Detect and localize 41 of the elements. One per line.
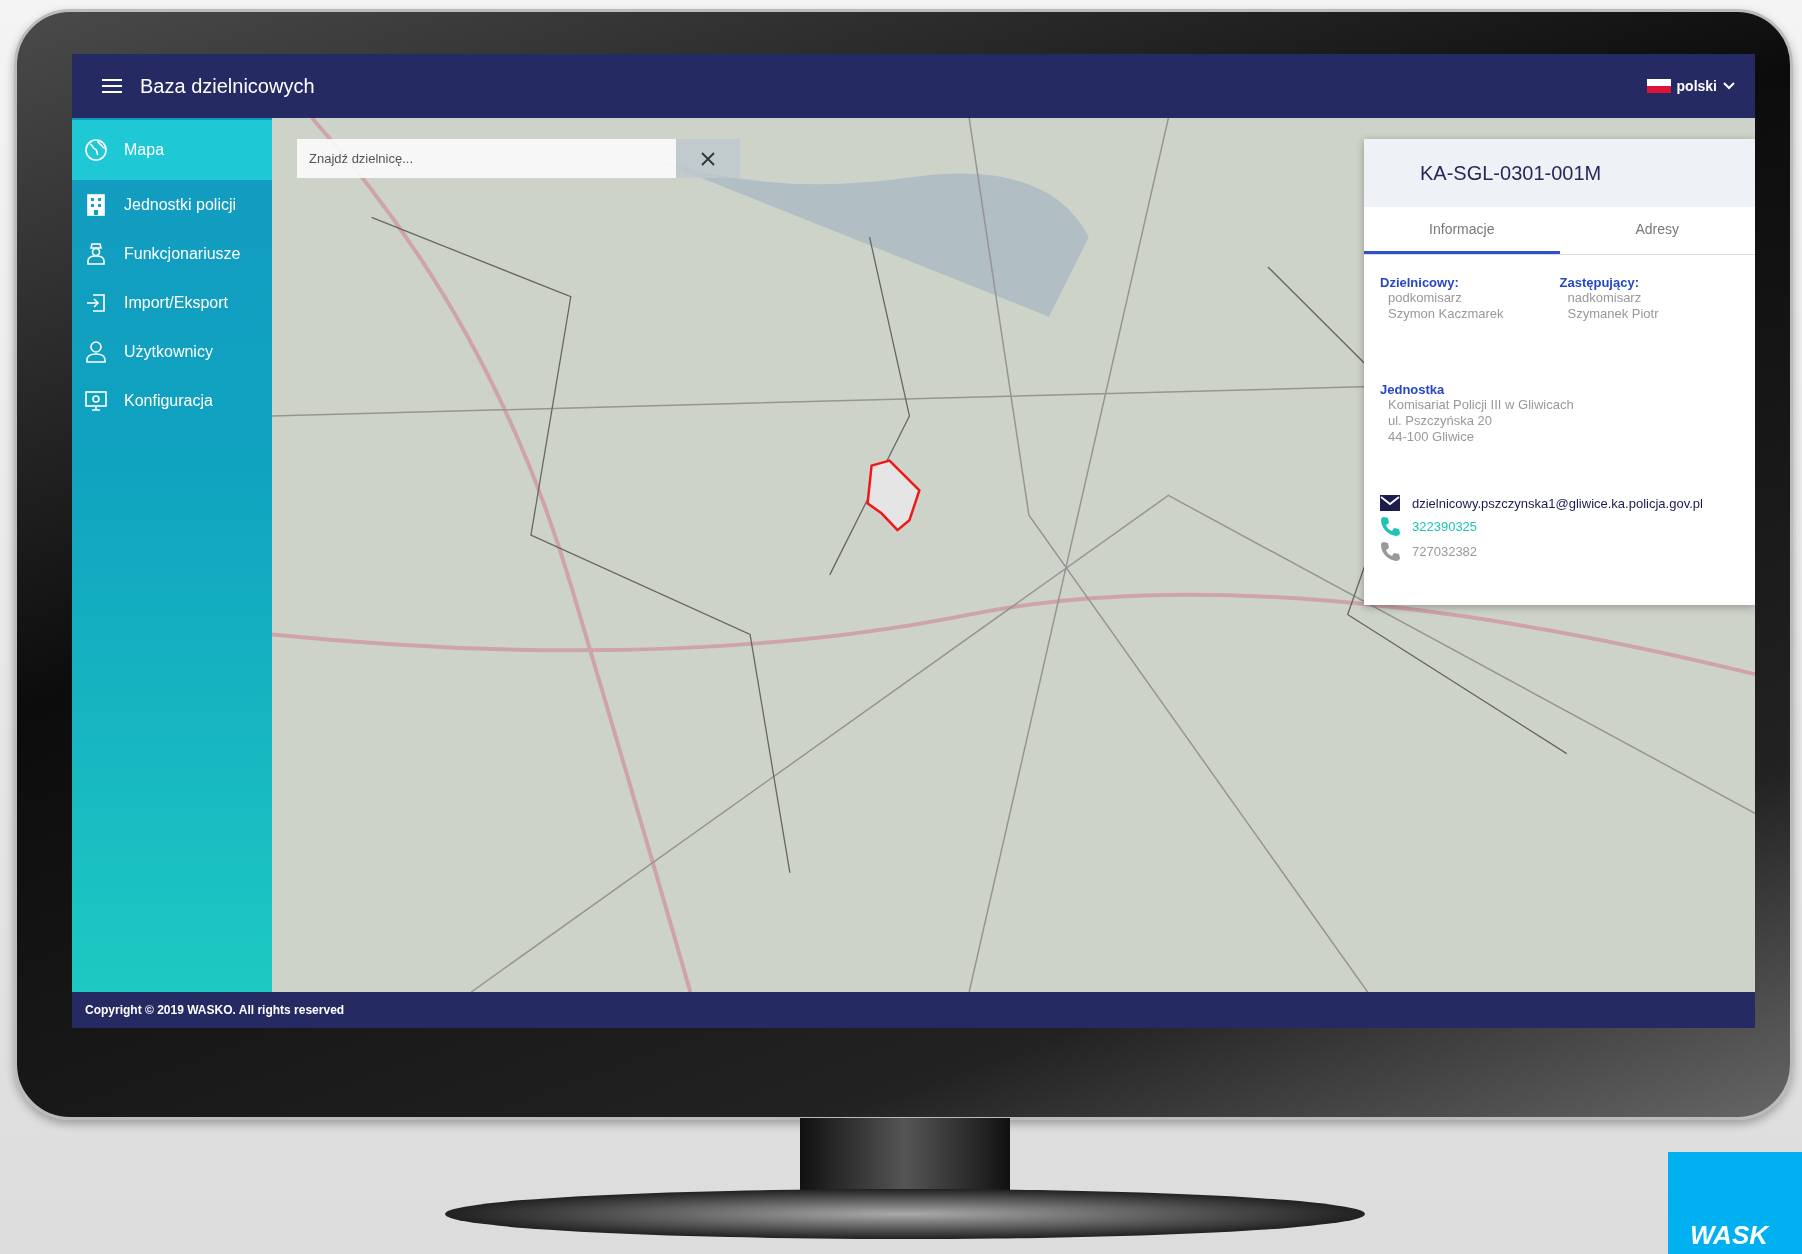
district-code: KA-SGL-0301-001M (1420, 161, 1602, 185)
close-icon (701, 151, 715, 166)
sidebar-item[interactable]: Jednostki policji (72, 181, 272, 229)
sidebar-item[interactable]: Funkcjonariusze (72, 230, 272, 278)
menu-icon[interactable] (102, 79, 122, 93)
sidebar-item[interactable]: Import/Eksport (72, 279, 272, 327)
chevron-down-icon (1723, 82, 1735, 90)
close-button[interactable] (676, 139, 740, 178)
monitor-icon (84, 389, 108, 413)
mail-icon (1380, 495, 1400, 511)
officer-name: Szymanek Piotr (1566, 306, 1660, 322)
flag-icon (1646, 79, 1671, 93)
panel-tab[interactable]: Informacje (1364, 207, 1560, 254)
language-selector[interactable]: polski (1642, 74, 1739, 98)
contact-text: 727032382 (1412, 543, 1478, 559)
address-line: ul. Pszczyńska 20 (1387, 413, 1494, 429)
officer-name: Szymon Kaczmarek (1387, 306, 1505, 322)
app-title: Baza dzielnicowych (140, 74, 316, 98)
search-field[interactable]: Znajdź dzielnicę... (297, 139, 676, 178)
import-icon (84, 291, 108, 315)
building-icon (84, 193, 108, 217)
copyright-text: Copyright © 2019 WASKO. All rights reserved (85, 1003, 345, 1017)
officer-rank: nadkomisarz (1566, 290, 1643, 306)
section-heading: Dzielnicowy: (1380, 275, 1460, 290)
section-heading: Zastępujący: (1559, 275, 1640, 290)
sidebar-item[interactable]: Mapa (72, 120, 272, 180)
contact-text: 322390325 (1412, 518, 1478, 534)
panel-tab[interactable]: Adresy (1559, 207, 1755, 254)
officer-icon (84, 242, 108, 266)
officer-rank: podkomisarz (1387, 290, 1463, 306)
brand-logo: WASK (1668, 1152, 1802, 1254)
phone-icon (1380, 516, 1400, 536)
section-heading: Jednostka (1380, 382, 1446, 397)
phone-icon (1380, 541, 1400, 561)
sidebar-item[interactable]: Użytkownicy (72, 328, 272, 376)
user-icon (84, 340, 108, 364)
address-line: 44-100 Gliwice (1387, 429, 1475, 445)
address-line: Komisariat Policji III w Gliwicach (1387, 397, 1575, 413)
contact-text: dzielnicowy.pszczynska1@gliwice.ka.policja.gov.pl (1412, 495, 1703, 511)
sidebar-item[interactable]: Konfiguracja (72, 377, 272, 425)
district-outline[interactable] (866, 459, 921, 532)
